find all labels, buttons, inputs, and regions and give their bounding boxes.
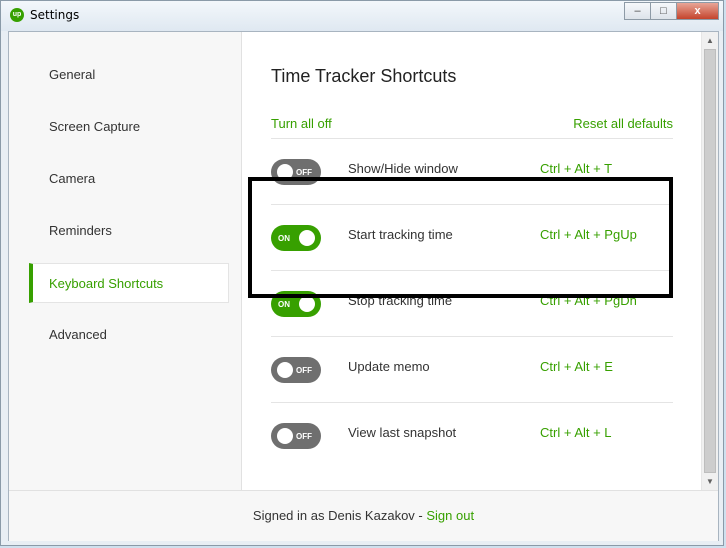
maximize-button[interactable]: □ xyxy=(650,2,676,20)
signed-in-text: Signed in as Denis Kazakov - xyxy=(252,508,427,523)
toggle-state-label: OFF xyxy=(296,366,312,375)
shortcut-row-stop-tracking: ON Stop tracking time Ctrl + Alt + PgDn xyxy=(271,270,673,337)
account-footer: Signed in as Denis Kazakov - Sign out xyxy=(9,490,718,541)
shortcut-keys[interactable]: Ctrl + Alt + PgDn xyxy=(540,293,637,308)
sidebar-item-advanced[interactable]: Advanced xyxy=(29,315,229,355)
scroll-up-arrow-icon[interactable]: ▲ xyxy=(702,32,718,49)
shortcut-keys[interactable]: Ctrl + Alt + E xyxy=(540,359,613,374)
shortcut-label: Start tracking time xyxy=(348,227,453,242)
minimize-button[interactable]: – xyxy=(624,2,650,20)
shortcut-label: Stop tracking time xyxy=(348,293,453,308)
sidebar-item-camera[interactable]: Camera xyxy=(29,159,229,199)
toggle-knob xyxy=(299,230,315,246)
update-memo-toggle[interactable]: OFF xyxy=(271,357,321,383)
shortcut-label: View last snapshot xyxy=(348,425,457,440)
shortcut-keys[interactable]: Ctrl + Alt + T xyxy=(540,161,612,176)
toggle-knob xyxy=(299,296,315,312)
sidebar-item-keyboard-shortcuts[interactable]: Keyboard Shortcuts xyxy=(29,263,229,303)
view-last-snapshot-toggle[interactable]: OFF xyxy=(271,423,321,449)
shortcut-keys[interactable]: Ctrl + Alt + L xyxy=(540,425,612,440)
vertical-scrollbar[interactable]: ▲ ▼ xyxy=(701,32,718,490)
sidebar-item-reminders[interactable]: Reminders xyxy=(29,211,229,251)
shortcut-label: Update memo xyxy=(348,359,430,374)
settings-window: up Settings – □ x General Screen Capture… xyxy=(0,0,724,546)
stop-tracking-toggle[interactable]: ON xyxy=(271,291,321,317)
toggle-state-label: OFF xyxy=(296,168,312,177)
shortcut-keys[interactable]: Ctrl + Alt + PgUp xyxy=(540,227,637,242)
page-title: Time Tracker Shortcuts xyxy=(271,66,457,86)
shortcut-row-update-memo: OFF Update memo Ctrl + Alt + E xyxy=(271,336,673,403)
sidebar-item-general[interactable]: General xyxy=(29,55,229,95)
shortcuts-panel: Time Tracker Shortcuts Turn all off Rese… xyxy=(241,32,703,490)
shortcut-row-view-last-snapshot: OFF View last snapshot Ctrl + Alt + L xyxy=(271,402,673,469)
scrollbar-thumb[interactable] xyxy=(704,49,716,473)
scroll-down-arrow-icon[interactable]: ▼ xyxy=(702,473,718,490)
toggle-state-label: ON xyxy=(278,234,290,243)
turn-all-off-link[interactable]: Turn all off xyxy=(271,116,332,131)
toggle-knob xyxy=(277,164,293,180)
toggle-state-label: ON xyxy=(278,300,290,309)
settings-sidebar: General Screen Capture Camera Reminders … xyxy=(9,32,242,490)
toggle-state-label: OFF xyxy=(296,432,312,441)
toggle-knob xyxy=(277,362,293,378)
toggle-knob xyxy=(277,428,293,444)
start-tracking-toggle[interactable]: ON xyxy=(271,225,321,251)
title-bar[interactable]: up Settings – □ x xyxy=(1,1,723,31)
show-hide-window-toggle[interactable]: OFF xyxy=(271,159,321,185)
window-content: General Screen Capture Camera Reminders … xyxy=(8,31,719,541)
upwork-logo-icon: up xyxy=(10,8,24,22)
close-button[interactable]: x xyxy=(676,2,719,20)
window-title: Settings xyxy=(30,8,80,22)
window-controls: – □ x xyxy=(624,2,719,20)
shortcut-label: Show/Hide window xyxy=(348,161,458,176)
sign-out-link[interactable]: Sign out xyxy=(426,508,474,523)
sidebar-item-screen-capture[interactable]: Screen Capture xyxy=(29,107,229,147)
shortcut-row-start-tracking: ON Start tracking time Ctrl + Alt + PgUp xyxy=(271,204,673,271)
reset-all-defaults-link[interactable]: Reset all defaults xyxy=(573,116,673,131)
shortcut-row-show-hide-window: OFF Show/Hide window Ctrl + Alt + T xyxy=(271,138,673,205)
